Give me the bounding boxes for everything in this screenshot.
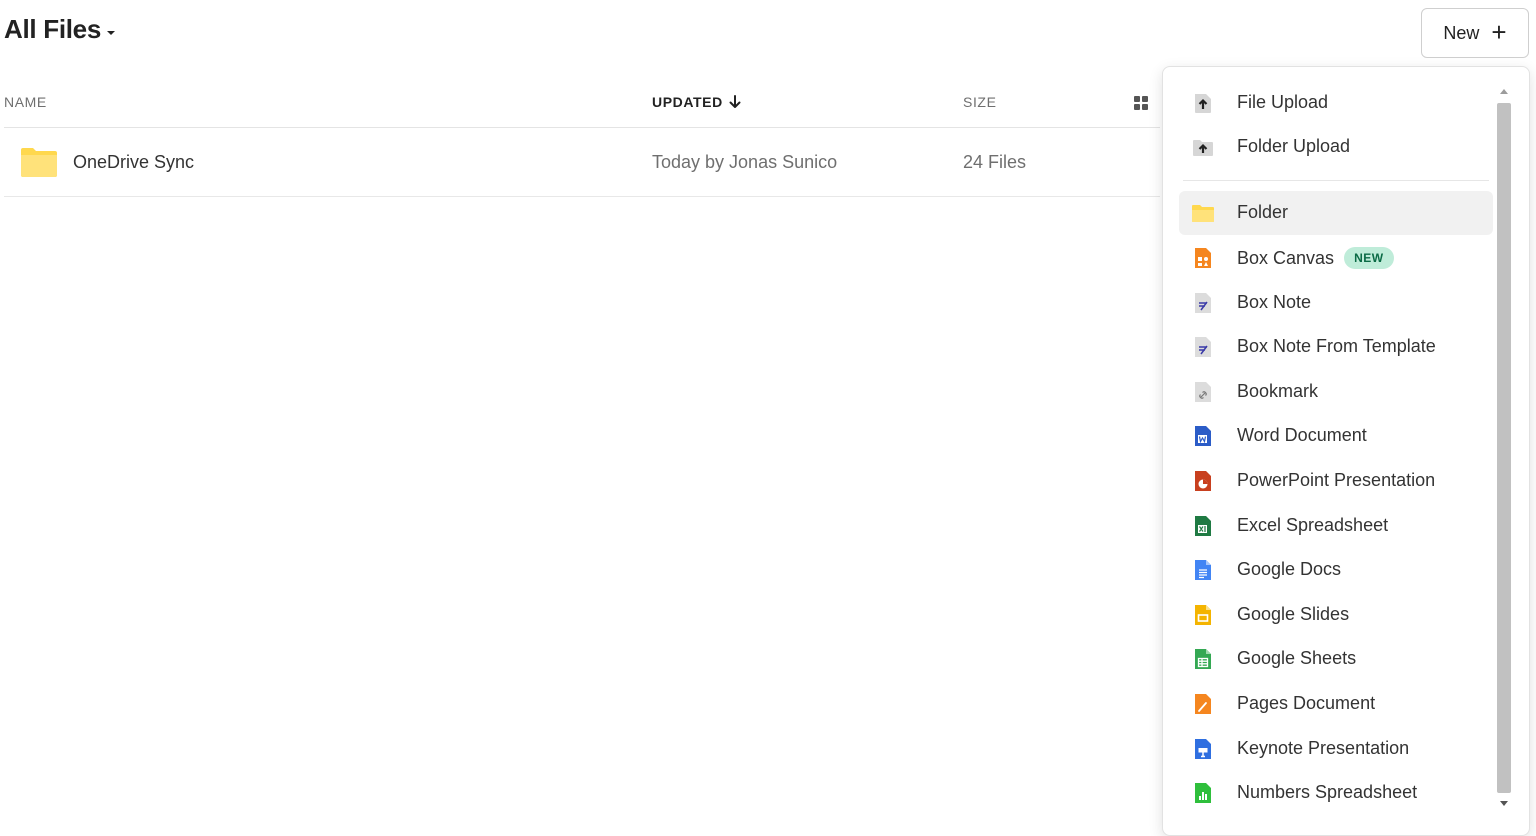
menu-item-folder[interactable]: Folder (1179, 191, 1493, 235)
file-name[interactable]: OneDrive Sync (73, 152, 194, 173)
menu-item-google-sheets[interactable]: Google Sheets (1179, 637, 1493, 681)
menu-item-file-upload[interactable]: File Upload (1179, 81, 1493, 125)
menu-item-label: Keynote Presentation (1237, 738, 1410, 758)
menu-item-label: Word Document (1237, 425, 1367, 445)
box-canvas-icon (1195, 248, 1211, 268)
menu-item-label: PowerPoint Presentation (1237, 470, 1436, 490)
column-header-updated-label: UPDATED (652, 94, 723, 110)
folder-upload-icon (1193, 140, 1213, 156)
google-docs-icon (1195, 560, 1211, 580)
excel-icon (1195, 516, 1211, 536)
new-button[interactable]: New + (1421, 8, 1529, 58)
bookmark-icon (1195, 382, 1211, 402)
column-header-updated[interactable]: UPDATED (652, 94, 741, 110)
menu-divider (1183, 180, 1489, 181)
google-sheets-icon (1195, 649, 1211, 669)
menu-item-pages[interactable]: Pages Document (1179, 682, 1493, 726)
menu-item-keynote[interactable]: Keynote Presentation (1179, 727, 1493, 771)
box-note-icon (1195, 293, 1211, 313)
scroll-down-icon[interactable] (1500, 801, 1508, 806)
menu-item-google-docs[interactable]: Google Docs (1179, 548, 1493, 592)
menu-item-google-slides[interactable]: Google Slides (1179, 593, 1493, 637)
menu-item-powerpoint[interactable]: PowerPoint Presentation (1179, 459, 1493, 503)
column-header-name[interactable]: NAME (4, 94, 47, 110)
page-title[interactable]: All Files (4, 14, 115, 45)
plus-icon: + (1491, 17, 1507, 47)
arrow-down-icon (729, 95, 741, 108)
numbers-icon (1195, 783, 1211, 803)
menu-item-label: Google Sheets (1237, 648, 1357, 668)
menu-scrollbar[interactable] (1496, 81, 1512, 821)
menu-item-label: Google Docs (1237, 559, 1342, 579)
table-row[interactable]: OneDrive Sync Today by Jonas Sunico 24 F… (4, 129, 1160, 197)
new-button-label: New (1443, 22, 1480, 43)
menu-item-label: File Upload (1237, 92, 1329, 112)
file-size: 24 Files (963, 152, 1027, 172)
page-title-text: All Files (4, 14, 101, 44)
menu-item-excel[interactable]: Excel Spreadsheet (1179, 504, 1493, 548)
scroll-up-icon[interactable] (1500, 89, 1508, 94)
folder-icon (21, 148, 57, 177)
menu-item-label: Box Canvas NEW (1237, 247, 1394, 269)
menu-item-label: Folder Upload (1237, 136, 1351, 156)
menu-item-box-canvas[interactable]: Box Canvas NEW (1179, 236, 1493, 280)
menu-item-folder-upload[interactable]: Folder Upload (1179, 125, 1493, 169)
menu-item-label: Box Note (1237, 292, 1312, 312)
scrollbar-thumb[interactable] (1497, 103, 1511, 793)
file-updated: Today by Jonas Sunico (652, 152, 838, 172)
pages-icon (1195, 694, 1211, 714)
word-icon (1195, 426, 1211, 446)
new-menu-dropdown: File Upload Folder Upload Folder Box Can… (1162, 66, 1530, 836)
menu-item-label: Numbers Spreadsheet (1237, 782, 1418, 802)
menu-item-label: Pages Document (1237, 693, 1376, 713)
menu-item-label: Bookmark (1237, 381, 1319, 401)
google-slides-icon (1195, 605, 1211, 625)
menu-item-label: Excel Spreadsheet (1237, 515, 1389, 535)
menu-item-word-document[interactable]: Word Document (1179, 414, 1493, 458)
column-header-size[interactable]: SIZE (963, 94, 997, 110)
new-badge: NEW (1344, 247, 1394, 269)
menu-item-label-text: Box Canvas (1237, 248, 1335, 268)
menu-item-numbers[interactable]: Numbers Spreadsheet (1179, 771, 1493, 815)
menu-item-label: Folder (1237, 202, 1289, 222)
menu-item-bookmark[interactable]: Bookmark (1179, 370, 1493, 414)
folder-icon (1192, 205, 1214, 222)
menu-item-label: Google Slides (1237, 604, 1350, 624)
grid-view-icon[interactable] (1134, 96, 1148, 110)
menu-item-box-note-template[interactable]: Box Note From Template (1179, 325, 1493, 369)
powerpoint-icon (1195, 471, 1211, 491)
table-header: NAME UPDATED SIZE (4, 86, 1160, 128)
menu-item-box-note[interactable]: Box Note (1179, 281, 1493, 325)
caret-down-icon (107, 30, 115, 35)
box-note-template-icon (1195, 337, 1211, 357)
keynote-icon (1195, 739, 1211, 759)
menu-item-label: Box Note From Template (1237, 336, 1436, 356)
file-upload-icon (1195, 94, 1211, 113)
